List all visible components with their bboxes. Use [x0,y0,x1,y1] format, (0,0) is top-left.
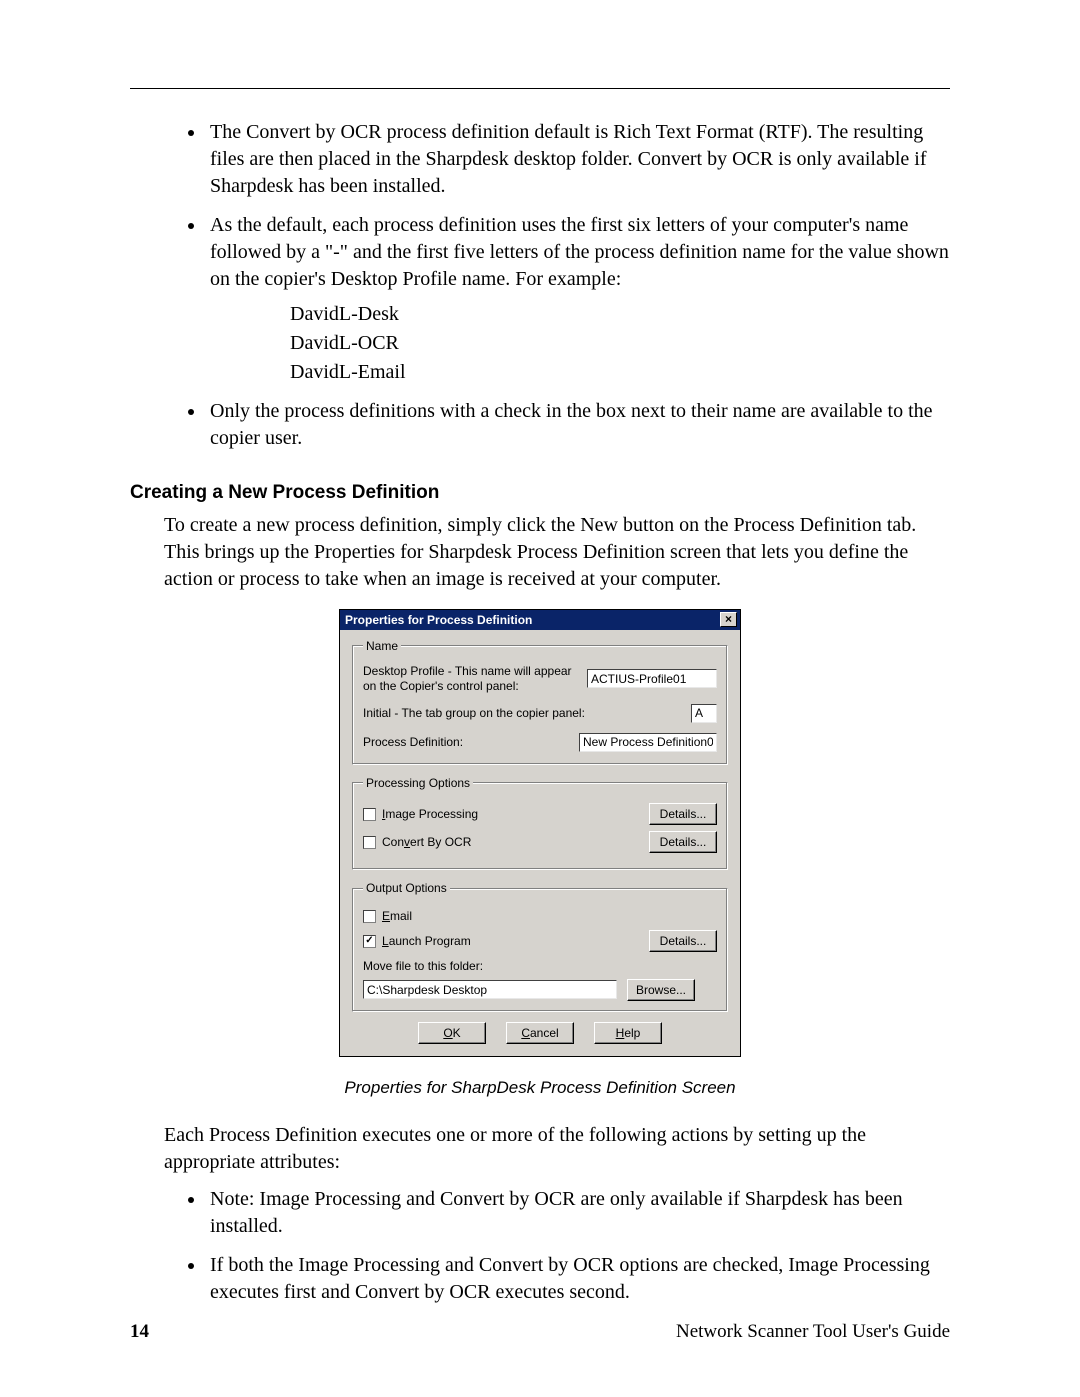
process-definition-label: Process Definition: [363,735,571,750]
page-number: 14 [130,1319,149,1345]
desktop-profile-label: Desktop Profile - This name will appear … [363,664,579,694]
horizontal-rule [130,88,950,89]
email-label: Email [382,908,412,924]
dialog-titlebar: Properties for Process Definition × [340,610,740,630]
page-footer: 14 Network Scanner Tool User's Guide [130,1319,950,1345]
ok-button[interactable]: OK [418,1022,486,1044]
bullet-item: Only the process definitions with a chec… [206,398,950,452]
bullet-item: The Convert by OCR process definition de… [206,119,950,200]
bullet-item: As the default, each process definition … [206,212,950,386]
figure-caption: Properties for SharpDesk Process Definit… [130,1077,950,1100]
image-processing-details-button[interactable]: Details... [649,803,717,825]
image-processing-checkbox[interactable] [363,808,376,821]
help-button[interactable]: Help [594,1022,662,1044]
paragraph: To create a new process definition, simp… [164,512,950,593]
dialog-title: Properties for Process Definition [345,610,532,630]
bullet-text: As the default, each process definition … [210,214,949,290]
processing-options-group: Processing Options Image Processing Deta… [352,775,728,870]
image-processing-label: Image Processing [382,806,478,822]
example-line: DavidL-Desk [290,301,950,328]
process-definition-input[interactable] [579,733,717,752]
output-options-group: Output Options Email Launch Program Deta… [352,880,728,1012]
move-file-input[interactable] [363,980,617,999]
move-file-label: Move file to this folder: [363,958,717,974]
desktop-profile-input[interactable] [587,669,717,688]
footer-title: Network Scanner Tool User's Guide [676,1319,950,1345]
name-group: Name Desktop Profile - This name will ap… [352,638,728,765]
processing-options-legend: Processing Options [363,775,473,791]
bullet-item: If both the Image Processing and Convert… [206,1252,950,1306]
email-checkbox[interactable] [363,910,376,923]
convert-ocr-label: Convert By OCR [382,834,471,850]
example-line: DavidL-OCR [290,330,950,357]
example-line: DavidL-Email [290,359,950,386]
convert-ocr-details-button[interactable]: Details... [649,831,717,853]
bullet-item: Note: Image Processing and Convert by OC… [206,1186,950,1240]
example-list: DavidL-Desk DavidL-OCR DavidL-Email [290,301,950,386]
output-options-legend: Output Options [363,880,450,896]
initial-input[interactable] [691,704,717,723]
section-heading: Creating a New Process Definition [130,480,950,506]
cancel-button[interactable]: Cancel [506,1022,574,1044]
name-group-legend: Name [363,638,401,654]
launch-program-details-button[interactable]: Details... [649,930,717,952]
close-button[interactable]: × [720,612,737,627]
initial-label: Initial - The tab group on the copier pa… [363,706,683,721]
properties-dialog: Properties for Process Definition × Name… [339,609,741,1057]
launch-program-checkbox[interactable] [363,935,376,948]
convert-ocr-checkbox[interactable] [363,836,376,849]
browse-button[interactable]: Browse... [627,979,695,1001]
paragraph: Each Process Definition executes one or … [164,1122,950,1176]
launch-program-label: Launch Program [382,933,471,949]
